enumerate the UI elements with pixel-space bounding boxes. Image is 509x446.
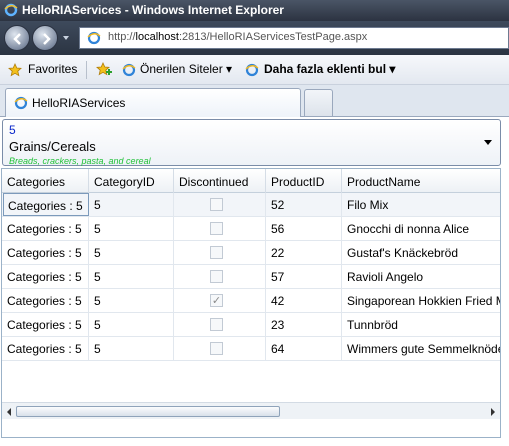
cell-productid[interactable]: 57 — [266, 265, 342, 288]
cell-categoryid[interactable]: 5 — [89, 313, 174, 336]
scrollbar-thumb[interactable] — [16, 406, 280, 417]
back-arrow-icon — [13, 33, 21, 45]
column-header-productid[interactable]: ProductID — [266, 169, 342, 193]
addons-icon — [245, 63, 259, 77]
suggested-sites-icon — [122, 63, 136, 77]
address-prefix: http:// — [108, 31, 136, 43]
forward-arrow-icon — [43, 33, 51, 45]
table-row[interactable]: Categories : 5 5 64 Wimmers gute Semmelknöd… — [2, 337, 500, 361]
table-row[interactable]: Categories : 5 5 23 Tunnbröd — [2, 313, 500, 337]
history-dropdown-icon[interactable] — [63, 36, 69, 40]
favorites-button[interactable]: Favorites — [28, 62, 77, 76]
discontinued-checkbox[interactable] — [210, 342, 223, 355]
cell-productname[interactable]: Ravioli Angelo — [342, 265, 500, 288]
cell-categories[interactable]: Categories : 5 — [2, 217, 89, 240]
discontinued-checkbox[interactable] — [210, 222, 223, 235]
cell-productname[interactable]: Gustaf's Knäckebröd — [342, 241, 500, 264]
cell-categoryid[interactable]: 5 — [89, 241, 174, 264]
cell-categoryid[interactable]: 5 — [89, 289, 174, 312]
chevron-down-icon[interactable] — [484, 140, 492, 145]
window-title: HelloRIAServices - Windows Internet Expl… — [22, 3, 284, 17]
cell-productname[interactable]: Wimmers gute Semmelknödel — [342, 337, 500, 360]
cell-discontinued[interactable] — [174, 265, 266, 288]
tab-page-icon — [14, 96, 28, 110]
table-row[interactable]: Categories : 5 5 56 Gnocchi di nonna Alice — [2, 217, 500, 241]
suggested-sites-button[interactable]: Önerilen Siteler ▾ — [140, 62, 232, 76]
discontinued-checkbox[interactable]: ✓ — [210, 294, 223, 307]
cell-categories[interactable]: Categories : 5 — [2, 241, 89, 264]
cell-categories[interactable]: Categories : 5 — [2, 313, 89, 336]
cell-productid[interactable]: 42 — [266, 289, 342, 312]
cell-productid[interactable]: 22 — [266, 241, 342, 264]
address-bar[interactable]: http://localhost:2813/HelloRIAServicesTe… — [79, 27, 509, 49]
cell-discontinued[interactable] — [174, 217, 266, 240]
addons-button[interactable]: Daha fazla eklenti bul ▾ — [264, 62, 395, 76]
discontinued-checkbox[interactable] — [210, 318, 223, 331]
cell-productname[interactable]: Gnocchi di nonna Alice — [342, 217, 500, 240]
horizontal-scrollbar[interactable] — [2, 402, 500, 419]
cell-categories[interactable]: Categories : 5 — [2, 265, 89, 288]
address-path: :2813/HelloRIAServicesTestPage.aspx — [178, 31, 368, 43]
cell-discontinued[interactable] — [174, 313, 266, 336]
cell-categories[interactable]: Categories : 5 — [2, 337, 89, 360]
discontinued-checkbox[interactable] — [210, 270, 223, 283]
new-tab-button[interactable] — [304, 89, 333, 116]
window-titlebar: HelloRIAServices - Windows Internet Expl… — [0, 0, 509, 21]
tab-hello-ria-services[interactable]: HelloRIAServices — [5, 88, 301, 117]
category-description-text: Breads, crackers, pasta, and cereal — [9, 156, 151, 166]
cell-categoryid[interactable]: 5 — [89, 193, 174, 216]
column-header-categories[interactable]: Categories — [2, 169, 89, 193]
category-id-text: 5 — [9, 123, 16, 137]
cell-categoryid[interactable]: 5 — [89, 217, 174, 240]
cell-discontinued[interactable] — [174, 337, 266, 360]
favorites-separator — [86, 61, 87, 79]
cell-productid[interactable]: 56 — [266, 217, 342, 240]
cell-categoryid[interactable]: 5 — [89, 265, 174, 288]
back-button[interactable] — [4, 25, 30, 51]
discontinued-checkbox[interactable] — [210, 198, 223, 211]
category-combobox[interactable]: 5 Grains/Cereals Breads, crackers, pasta… — [2, 119, 501, 166]
cell-productname[interactable]: Filo Mix — [342, 193, 500, 216]
column-header-categoryid[interactable]: CategoryID — [89, 169, 174, 193]
cell-productname[interactable]: Singaporean Hokkien Fried Mee — [342, 289, 500, 312]
column-header-discontinued[interactable]: Discontinued — [174, 169, 266, 193]
cell-categories[interactable]: Categories : 5 — [2, 289, 89, 312]
table-row[interactable]: Categories : 5 5 52 Filo Mix — [2, 193, 500, 217]
table-row[interactable]: Categories : 5 5 22 Gustaf's Knäckebröd — [2, 241, 500, 265]
page-content: 5 Grains/Cereals Breads, crackers, pasta… — [0, 117, 509, 446]
cell-categoryid[interactable]: 5 — [89, 337, 174, 360]
add-to-favorites-icon[interactable] — [96, 62, 112, 78]
products-data-grid[interactable]: Categories CategoryID Discontinued Produ… — [1, 168, 501, 438]
table-row[interactable]: Categories : 5 5 ✓ 42 Singaporean Hokkien Fr… — [2, 289, 500, 313]
cell-productid[interactable]: 52 — [266, 193, 342, 216]
ie-icon — [4, 3, 18, 17]
cell-discontinued[interactable]: ✓ — [174, 289, 266, 312]
column-header-productname[interactable]: ProductName — [342, 169, 500, 193]
scroll-right-icon[interactable] — [491, 408, 495, 416]
discontinued-checkbox[interactable] — [210, 246, 223, 259]
cell-discontinued[interactable] — [174, 241, 266, 264]
tab-bar: HelloRIAServices — [0, 85, 509, 117]
page-icon — [87, 31, 101, 45]
cell-productid[interactable]: 64 — [266, 337, 342, 360]
cell-productid[interactable]: 23 — [266, 313, 342, 336]
cell-productname[interactable]: Tunnbröd — [342, 313, 500, 336]
favorites-bar: Favorites Önerilen Siteler ▾ Daha fazla … — [0, 55, 509, 85]
forward-button[interactable] — [32, 25, 58, 51]
favorites-star-icon — [8, 63, 22, 77]
cell-categories[interactable]: Categories : 5 — [3, 193, 89, 216]
tab-label: HelloRIAServices — [32, 96, 126, 110]
grid-header: Categories CategoryID Discontinued Produ… — [2, 169, 500, 193]
category-name-text: Grains/Cereals — [9, 139, 96, 154]
scroll-left-icon[interactable] — [7, 408, 11, 416]
table-row[interactable]: Categories : 5 5 57 Ravioli Angelo — [2, 265, 500, 289]
address-host: localhost — [135, 31, 179, 43]
navigation-bar: http://localhost:2813/HelloRIAServicesTe… — [0, 21, 509, 55]
cell-discontinued[interactable] — [174, 193, 266, 216]
